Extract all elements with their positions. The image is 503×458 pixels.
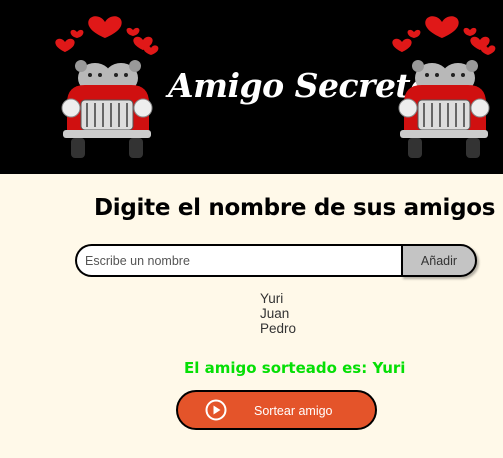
draw-button[interactable]: Sortear amigo (176, 390, 377, 430)
list-item: Yuri (260, 291, 284, 306)
list-item: Juan (260, 306, 290, 321)
friends-list: Yuri Juan Pedro (260, 291, 296, 336)
teddy-bear-car-decoration (392, 16, 496, 158)
page-heading: Digite el nombre de sus amigos (94, 195, 496, 221)
draw-result: El amigo sorteado es: Yuri (184, 359, 406, 377)
list-item: Pedro (260, 321, 297, 336)
add-button[interactable]: Añadir (401, 244, 477, 277)
name-input-container (75, 244, 403, 277)
teddy-bear-car-decoration (55, 16, 159, 158)
header-banner: Amigo Secreto (0, 0, 503, 174)
play-circle-icon (205, 399, 227, 421)
draw-button-label: Sortear amigo (254, 404, 333, 418)
name-input[interactable] (85, 246, 385, 275)
